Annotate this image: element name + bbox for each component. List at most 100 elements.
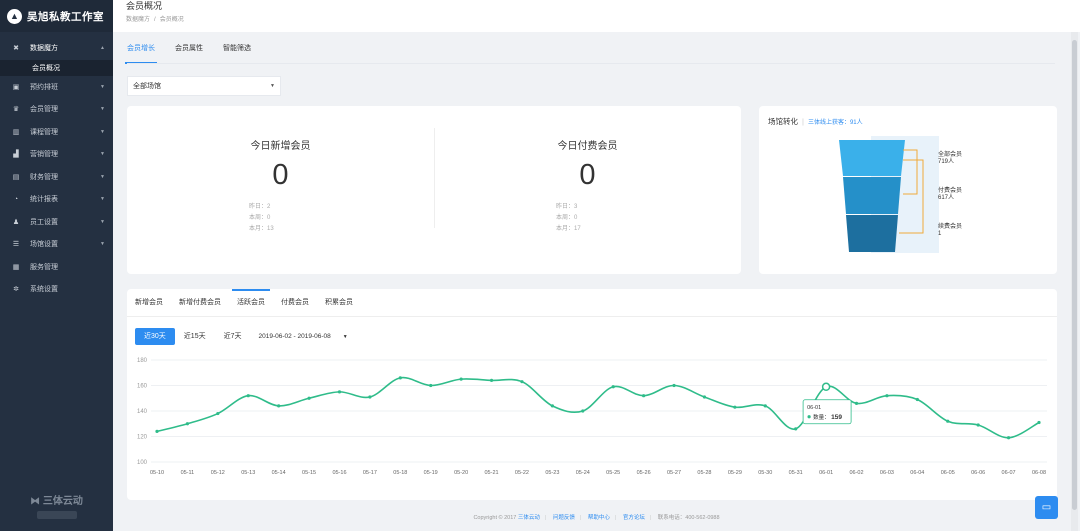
sidebar-item-label: 员工设置 <box>30 218 58 226</box>
funnel-subtitle: 三体线上获客：91人 <box>807 120 863 126</box>
sidebar-item[interactable]: ▥ 课程管理 ▼ <box>0 121 113 144</box>
sidebar-item[interactable]: ♛ 会员管理 ▼ <box>0 98 113 121</box>
data-point[interactable] <box>1006 436 1011 440</box>
data-point[interactable] <box>185 422 190 426</box>
data-point[interactable] <box>733 405 737 409</box>
x-tick-label: 05-30 <box>758 470 772 476</box>
stat-row: 本月：13 <box>249 226 274 232</box>
funnel-title: 场馆转化 <box>768 117 798 126</box>
chat-button[interactable]: ▭ <box>1035 496 1058 519</box>
data-point[interactable] <box>429 383 433 388</box>
x-tick-label: 06-08 <box>1032 470 1046 476</box>
main-content: 会员增长 会员属性 智能筛选 全部场馆 ▼ 今日新增会员 0 昨日：2 本周：0 本… <box>113 32 1068 531</box>
footer-link[interactable]: 帮助中心 <box>588 515 610 521</box>
sliders-icon: ☰ <box>12 241 20 249</box>
stat-value: 0 <box>579 159 596 191</box>
sidebar-item[interactable]: ▣ 预约排班 ▼ <box>0 76 113 99</box>
highlighted-point[interactable] <box>821 382 831 392</box>
sidebar-item[interactable]: ✖ 数据魔方 ▲ <box>0 37 113 60</box>
page-title: 会员概况 <box>126 1 163 11</box>
chevron-down-icon: ▼ <box>270 83 275 89</box>
chevron-down-icon: ▼ <box>100 173 105 180</box>
sidebar-item[interactable]: ♟ 员工设置 ▼ <box>0 211 113 234</box>
brand-title: 吴旭私教工作室 <box>27 10 104 23</box>
stat-new-members: 今日新增会员 0 昨日：2 本周：0 本月：13 <box>127 106 434 274</box>
tooltip-value: 159 <box>831 414 842 421</box>
copyright: Copyright © 2017 <box>473 515 517 521</box>
stat-row: 本月：17 <box>556 226 581 232</box>
top-tab[interactable]: 会员增长 <box>125 40 157 64</box>
data-point[interactable] <box>642 394 646 398</box>
wallet-icon: ▤ <box>12 173 20 181</box>
data-point[interactable] <box>794 427 798 431</box>
data-point[interactable] <box>1037 420 1041 425</box>
data-point[interactable] <box>155 429 159 433</box>
data-point[interactable] <box>611 385 615 389</box>
data-point[interactable] <box>763 404 767 408</box>
sidebar-item[interactable]: ☰ 场馆设置 ▼ <box>0 233 113 256</box>
funnel-level-renew[interactable] <box>846 215 898 252</box>
scrollbar-thumb[interactable] <box>1072 40 1077 510</box>
crown-icon: ♛ <box>12 106 20 114</box>
person-icon: ♟ <box>12 218 20 226</box>
funnel-level-paid[interactable] <box>843 177 901 214</box>
sidebar-item[interactable]: ▦ 服务管理 <box>0 256 113 279</box>
chevron-down-icon: ▼ <box>100 241 105 248</box>
brand-logo-icon: ▲ <box>7 8 22 24</box>
data-point[interactable] <box>398 376 402 380</box>
footer-link[interactable]: 问题反馈 <box>553 515 575 521</box>
chart-icon: ▟ <box>13 151 19 159</box>
chevron-down-icon: ▼ <box>100 106 105 113</box>
calendar-icon: ▣ <box>12 83 20 91</box>
stat-row: 昨日：3 <box>556 204 578 210</box>
data-point[interactable] <box>672 383 676 388</box>
tooltip-marker <box>807 415 811 419</box>
venue-select[interactable]: 全部场馆 ▼ <box>127 76 281 96</box>
data-point[interactable] <box>337 390 342 394</box>
x-tick-label: 06-01 <box>819 470 833 476</box>
x-tick-label: 05-27 <box>667 470 681 476</box>
sidebar-item[interactable]: ▤ 财务管理 ▼ <box>0 166 113 189</box>
breadcrumb-item[interactable]: 数据魔方 <box>126 17 150 23</box>
x-tick-label: 06-06 <box>971 470 985 476</box>
data-point[interactable] <box>976 423 980 427</box>
x-tick-label: 06-04 <box>910 470 924 476</box>
data-point[interactable] <box>216 411 220 416</box>
data-point[interactable] <box>702 395 707 399</box>
data-point[interactable] <box>489 378 494 382</box>
top-tab[interactable]: 智能筛选 <box>223 40 251 64</box>
funnel-header: 场馆转化 | 三体线上获客：91人 <box>768 116 863 127</box>
data-point[interactable] <box>915 397 919 402</box>
page-header: 会员概况 数据魔方 / 会员概况 <box>113 0 1080 32</box>
data-point[interactable] <box>246 394 250 398</box>
footer-link[interactable]: 三体云动 <box>518 515 540 521</box>
data-point[interactable] <box>885 394 889 398</box>
funnel-level-all[interactable] <box>839 140 905 176</box>
top-tab[interactable]: 会员属性 <box>175 40 203 64</box>
sidebar-item[interactable]: ✲ 系统设置 <box>0 278 113 301</box>
funnel-title-separator: | <box>802 117 804 126</box>
data-point[interactable] <box>277 404 281 408</box>
x-tick-label: 05-18 <box>393 470 407 476</box>
data-point[interactable] <box>520 380 524 384</box>
chevron-down-icon: ▼ <box>100 151 105 158</box>
scrollbar[interactable] <box>1071 32 1078 531</box>
x-tick-label: 05-20 <box>454 470 468 476</box>
brand[interactable]: ▲ 吴旭私教工作室 <box>0 0 113 32</box>
data-point[interactable] <box>550 404 554 408</box>
sidebar-item-label: 服务管理 <box>30 263 58 271</box>
funnel-label: 付费会员 617人 <box>938 188 962 202</box>
footer-link[interactable]: 官方论坛 <box>623 515 645 521</box>
data-point[interactable] <box>946 419 950 423</box>
data-point[interactable] <box>581 409 585 413</box>
sidebar-item[interactable]: ▟ 营销管理 ▼ <box>0 143 113 166</box>
sidebar-subitem[interactable]: 会员概况 <box>0 59 113 76</box>
sidebar-item-label: 财务管理 <box>30 173 58 181</box>
breadcrumb-item: 会员概况 <box>159 17 184 23</box>
data-point[interactable] <box>368 395 372 399</box>
sidebar-item[interactable]: ◔ 统计报表 ▼ <box>0 188 113 211</box>
data-point[interactable] <box>307 396 311 400</box>
data-point[interactable] <box>459 377 463 381</box>
data-point[interactable] <box>854 401 859 405</box>
pie-icon: ◔ <box>13 195 19 203</box>
